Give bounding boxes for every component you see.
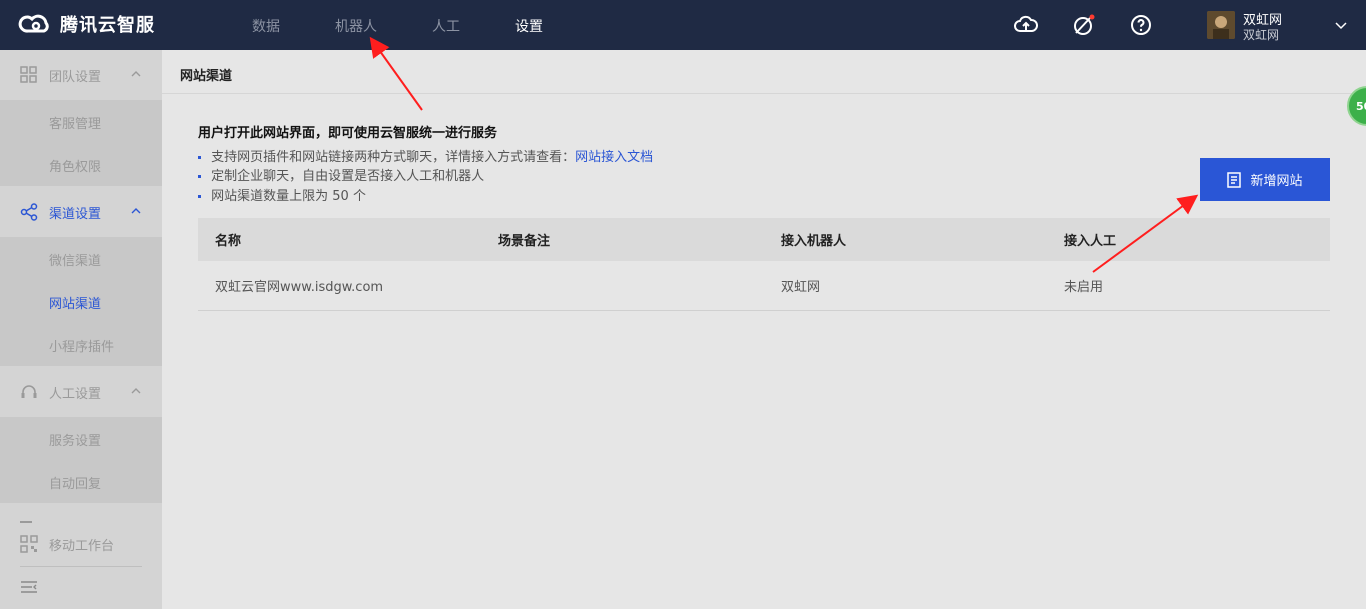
sidebar-group-label: 团队设置 <box>49 70 102 85</box>
sidebar-item-auto-reply[interactable]: 自动回复 <box>0 460 162 503</box>
app-logo[interactable]: 腾讯云智服 <box>18 11 155 37</box>
sidebar-item-label: 移动工作台 <box>49 539 115 554</box>
sidebar-group-team[interactable]: 团队设置 <box>0 50 162 100</box>
nav-data[interactable]: 数据 <box>252 16 280 36</box>
sidebar-item-label: 网站渠道 <box>49 297 102 312</box>
collapse-menu-icon[interactable] <box>20 579 38 595</box>
cell-name: 双虹云官网www.isdgw.com <box>215 280 384 295</box>
help-icon[interactable] <box>1129 13 1153 37</box>
column-header-scene-note: 场景备注 <box>498 234 551 249</box>
bullet-text: 定制企业聊天，自由设置是否接入人工和机器人 <box>211 169 485 184</box>
hide-eye-icon[interactable] <box>1071 13 1095 37</box>
cell-robot: 双虹网 <box>781 280 821 295</box>
chevron-up-icon <box>131 71 141 77</box>
sidebar-item-service-settings[interactable]: 服务设置 <box>0 417 162 460</box>
sidebar-item-wechat-channel[interactable]: 微信渠道 <box>0 237 162 280</box>
main-content: 网站渠道 用户打开此网站界面，即可使用云智服统一进行服务 支持网页插件和网站链接… <box>162 50 1366 609</box>
sidebar-item-label: 角色权限 <box>49 160 102 175</box>
avatar-image-icon <box>1207 11 1235 39</box>
user-subtitle: 双虹网 <box>1243 28 1280 42</box>
sidebar-item-website-channel[interactable]: 网站渠道 <box>0 280 162 323</box>
nav-robot[interactable]: 机器人 <box>335 16 377 36</box>
share-icon <box>20 203 38 221</box>
sidebar-item-role-permissions[interactable]: 角色权限 <box>0 143 162 186</box>
intro-title: 用户打开此网站界面，即可使用云智服统一进行服务 <box>198 126 498 141</box>
app-title: 腾讯云智服 <box>60 15 155 36</box>
nav-manual[interactable]: 人工 <box>432 16 460 36</box>
page-header: 网站渠道 <box>162 50 1366 94</box>
bullet-item: 定制企业聊天，自由设置是否接入人工和机器人 <box>198 165 484 184</box>
page-title: 网站渠道 <box>180 69 233 84</box>
website-table: 名称 场景备注 接入机器人 接入人工 双虹云官网www.isdgw.com 双虹… <box>198 218 1330 311</box>
sidebar-item-label: 微信渠道 <box>49 254 102 269</box>
sidebar-group-label: 渠道设置 <box>49 207 102 222</box>
cloud-upload-icon[interactable] <box>1014 13 1038 37</box>
top-navbar: 腾讯云智服 数据 机器人 人工 设置 双虹网 双虹网 <box>0 0 1366 50</box>
sidebar-item-label: 小程序插件 <box>49 340 115 355</box>
column-header-manual: 接入人工 <box>1064 234 1117 249</box>
website-doc-link[interactable]: 网站接入文档 <box>575 150 653 165</box>
divider <box>20 566 142 567</box>
sidebar-item-miniprogram-plugin[interactable]: 小程序插件 <box>0 323 162 366</box>
sidebar-item-label: 自动回复 <box>49 477 102 492</box>
sidebar: 团队设置 客服管理 角色权限 渠道设置 微信渠道 网站渠道 小程序插件 人工设置… <box>0 50 162 609</box>
qrcode-icon <box>20 535 38 553</box>
chevron-up-icon <box>131 208 141 214</box>
bullet-item: 网站渠道数量上限为 50 个 <box>198 185 366 204</box>
chevron-down-icon[interactable] <box>1333 17 1349 33</box>
nav-settings[interactable]: 设置 <box>515 16 543 36</box>
avatar[interactable] <box>1207 11 1235 39</box>
column-header-name: 名称 <box>215 234 242 249</box>
sidebar-item-label: 服务设置 <box>49 434 102 449</box>
sidebar-item-agent-management[interactable]: 客服管理 <box>0 100 162 143</box>
add-website-label: 新增网站 <box>1250 173 1303 188</box>
grid-icon <box>20 66 37 83</box>
bullet-text: 支持网页插件和网站链接两种方式聊天，详情接入方式请查看： <box>211 150 576 165</box>
bullet-item: 支持网页插件和网站链接两种方式聊天，详情接入方式请查看：网站接入文档 <box>198 146 653 165</box>
column-header-robot: 接入机器人 <box>781 234 847 249</box>
chevron-up-icon <box>131 388 141 394</box>
add-website-button[interactable]: 新增网站 <box>1200 158 1330 201</box>
sidebar-group-channel[interactable]: 渠道设置 <box>0 187 162 237</box>
sidebar-group-manual[interactable]: 人工设置 <box>0 367 162 417</box>
bullet-text: 网站渠道数量上限为 50 个 <box>211 189 366 204</box>
cloud-logo-icon <box>18 14 49 33</box>
sidebar-group-label: 人工设置 <box>49 387 102 402</box>
sidebar-item-label: 客服管理 <box>49 117 102 132</box>
headset-icon <box>21 385 37 398</box>
cell-manual: 未启用 <box>1064 280 1104 295</box>
table-row[interactable]: 双虹云官网www.isdgw.com 双虹网 未启用 <box>198 261 1330 311</box>
document-icon <box>1227 171 1242 188</box>
sidebar-item-mobile-workbench[interactable]: 移动工作台 <box>0 519 162 569</box>
table-header: 名称 场景备注 接入机器人 接入人工 <box>198 218 1330 261</box>
